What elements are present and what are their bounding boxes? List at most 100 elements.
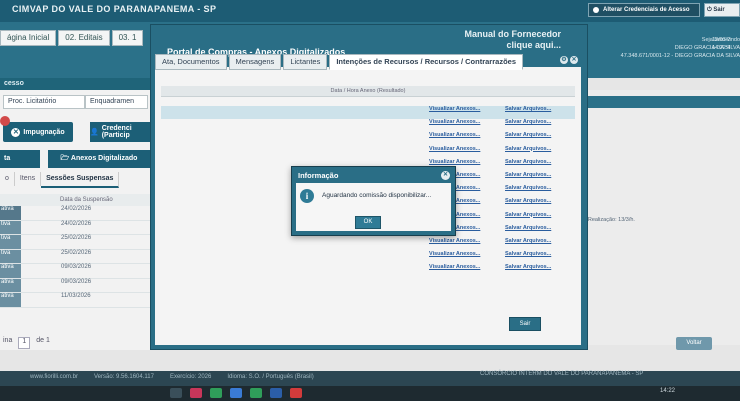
manual-line2: clique aqui... xyxy=(506,40,561,50)
voltar-button[interactable]: Voltar xyxy=(676,337,712,350)
save-files-link[interactable]: Salvar Arquivos... xyxy=(505,159,575,172)
key-icon xyxy=(593,7,599,13)
time-text: 14:22:4 xyxy=(712,45,731,51)
save-files-link[interactable]: Salvar Arquivos... xyxy=(505,225,575,238)
right-row-text: eração: Realização: 13/3/h. xyxy=(568,217,635,223)
tab-intencoes-recursos[interactable]: Intenções de Recursos / Recursos / Contr… xyxy=(329,54,523,70)
system-title: CIMVAP DO VALE DO PARANAPANEMA - SP xyxy=(12,4,217,14)
dialog-title: Informação xyxy=(298,171,339,180)
settings-icon[interactable]: ⚙ xyxy=(560,56,568,64)
left-headers: Proc. Licitatório Enquadramen xyxy=(3,95,148,109)
list-item: Visualizar Anexos...Salvar Arquivos... xyxy=(161,264,575,277)
save-files-link[interactable]: Salvar Arquivos... xyxy=(505,146,575,159)
credenciamento-label: Credenci (Particip xyxy=(101,125,132,139)
save-files-link[interactable]: Salvar Arquivos... xyxy=(505,185,575,198)
window-controls: ⚙ ✕ xyxy=(560,56,578,64)
save-files-link[interactable]: Salvar Arquivos... xyxy=(505,251,575,264)
save-files-link[interactable]: Salvar Arquivos... xyxy=(505,198,575,211)
footer-info: www.fiorilli.com.br Versão: 9.56.1604.11… xyxy=(30,374,314,380)
left-subtabs: o Itens Sessões Suspensas xyxy=(0,172,150,188)
view-annex-link[interactable]: Visualizar Anexos... xyxy=(429,238,505,251)
row-date: 24/02/2026 xyxy=(61,206,92,212)
tab-03[interactable]: 03. 1 xyxy=(111,30,144,46)
anexos-digitalizados-button[interactable]: 🗁 Anexos Digitalizado xyxy=(48,150,150,168)
row-status: tiva xyxy=(0,235,21,249)
view-annex-link[interactable]: Visualizar Anexos... xyxy=(429,264,505,277)
save-files-link[interactable]: Salvar Arquivos... xyxy=(505,132,575,145)
manual-line1: Manual do Fornecedor xyxy=(464,29,561,39)
save-files-link[interactable]: Salvar Arquivos... xyxy=(505,106,575,119)
table-row[interactable]: tiva 25/02/2026 xyxy=(0,235,150,250)
app-icon[interactable] xyxy=(290,388,302,398)
close-circle-icon: ✕ xyxy=(11,127,21,137)
table-row[interactable]: ativa 11/03/2026 xyxy=(0,293,150,308)
subtab-o[interactable]: o xyxy=(0,172,15,186)
list-item: Visualizar Anexos...Salvar Arquivos... xyxy=(161,119,575,132)
logout-button[interactable]: ⏻ Sair xyxy=(704,3,740,17)
close-icon[interactable]: ✕ xyxy=(441,171,450,180)
enquadramento-header: Enquadramen xyxy=(85,95,148,109)
row-status: ativa xyxy=(0,206,21,220)
manual-link[interactable]: Manual do Fornecedor clique aqui... xyxy=(451,29,561,51)
view-annex-link[interactable]: Visualizar Anexos... xyxy=(429,251,505,264)
table-row[interactable]: tiva 25/02/2026 xyxy=(0,249,150,264)
app-icon[interactable] xyxy=(190,388,202,398)
sair-button[interactable]: Sair xyxy=(509,317,541,331)
save-files-link[interactable]: Salvar Arquivos... xyxy=(505,212,575,225)
view-annex-link[interactable]: Visualizar Anexos... xyxy=(429,119,505,132)
annex-table-header: Data / Hora Anexo (Resultado) xyxy=(161,86,575,97)
row-date: 11/03/2026 xyxy=(61,293,91,299)
row-status: tiva xyxy=(0,249,21,263)
section-label: cesso xyxy=(0,78,150,90)
save-files-link[interactable]: Salvar Arquivos... xyxy=(505,238,575,251)
table-row[interactable]: ativa 24/02/2026 xyxy=(0,206,150,221)
impugnacao-label: Impugnação xyxy=(23,128,65,136)
tab-editais[interactable]: 02. Editais xyxy=(58,30,110,46)
tab-mensagens[interactable]: Mensagens xyxy=(228,54,282,70)
row-status: ativa xyxy=(0,278,21,292)
site-link[interactable]: www.fiorilli.com.br xyxy=(30,374,78,380)
alter-credentials-label: Alterar Credenciais de Acesso xyxy=(603,7,690,13)
list-item: Visualizar Anexos...Salvar Arquivos... xyxy=(161,238,575,251)
pager-total: de 1 xyxy=(36,337,50,344)
row-status: ativa xyxy=(0,264,21,278)
suspension-table-header: Data da Suspensão xyxy=(0,194,150,206)
view-annex-link[interactable]: Visualizar Anexos... xyxy=(429,132,505,145)
save-files-link[interactable]: Salvar Arquivos... xyxy=(505,172,575,185)
app-icon[interactable] xyxy=(230,388,242,398)
anexos-label: Anexos Digitalizado xyxy=(70,155,138,162)
app-icon[interactable] xyxy=(250,388,262,398)
table-row[interactable]: tiva 24/02/2026 xyxy=(0,220,150,235)
credenciamento-button[interactable]: 👤 Credenci (Particip xyxy=(90,122,150,142)
ok-button[interactable]: OK xyxy=(355,216,381,229)
view-annex-link[interactable]: Visualizar Anexos... xyxy=(429,106,505,119)
dialog-message: Aguardando comissão disponibilizar... xyxy=(322,192,432,199)
tab-ata-documentos[interactable]: Ata, Documentos xyxy=(155,54,227,70)
impugnacao-button[interactable]: ✕ Impugnação xyxy=(3,122,73,142)
pager-label: ina xyxy=(3,337,13,344)
save-files-link[interactable]: Salvar Arquivos... xyxy=(505,264,575,277)
pager: ina 1 de 1 xyxy=(0,337,153,349)
tab-licitantes[interactable]: Lictantes xyxy=(283,54,328,70)
proc-licitatorio-header: Proc. Licitatório xyxy=(3,95,85,109)
version-text: Versão: 9.56.1604.117 xyxy=(94,374,154,380)
app-icon[interactable] xyxy=(170,388,182,398)
close-icon[interactable]: ✕ xyxy=(570,56,578,64)
table-row[interactable]: ativa 09/03/2026 xyxy=(0,278,150,293)
date-time: 12/03/2 14:22:4 xyxy=(712,36,730,52)
subtab-sessoes-suspensas[interactable]: Sessões Suspensas xyxy=(41,172,120,188)
alter-credentials-button[interactable]: Alterar Credenciais de Acesso xyxy=(588,3,700,17)
pager-current[interactable]: 1 xyxy=(18,337,31,349)
table-row[interactable]: ativa 09/03/2026 xyxy=(0,264,150,279)
tab-home[interactable]: ágina Inicial xyxy=(0,30,57,46)
row-status: tiva xyxy=(0,220,21,234)
save-files-link[interactable]: Salvar Arquivos... xyxy=(505,119,575,132)
ata-button[interactable]: ta xyxy=(0,150,40,168)
view-annex-link[interactable]: Visualizar Anexos... xyxy=(429,146,505,159)
app-icon[interactable] xyxy=(210,388,222,398)
app-icon[interactable] xyxy=(270,388,282,398)
window-tabs: Ata, Documentos Mensagens Lictantes Inte… xyxy=(155,54,525,70)
list-item: Visualizar Anexos...Salvar Arquivos... xyxy=(161,251,575,264)
subtab-itens[interactable]: Itens xyxy=(15,172,42,186)
row-date: 09/03/2026 xyxy=(61,278,92,285)
